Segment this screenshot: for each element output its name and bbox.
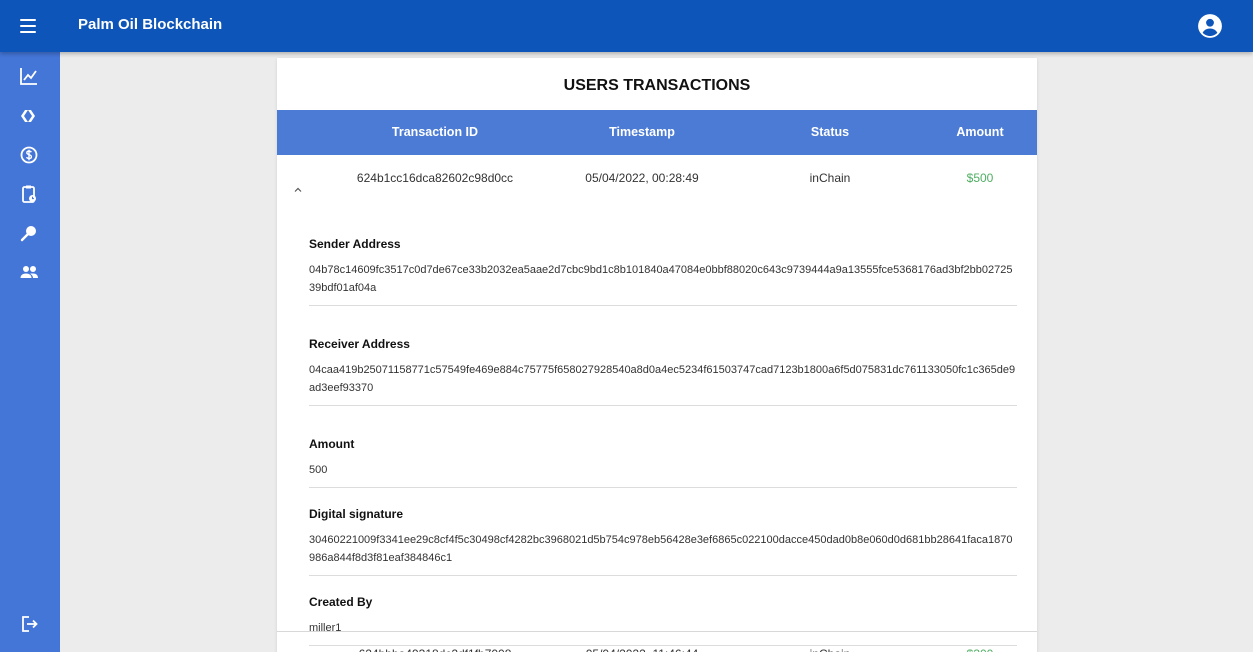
app-title: Palm Oil Blockchain [78, 16, 223, 33]
page-title: USERS TRANSACTIONS [563, 77, 751, 94]
transaction-timestamp: 05/04/2022, 11:46:44 [557, 632, 727, 652]
field-label: Sender Address [309, 237, 401, 251]
transaction-status: inChain [777, 632, 883, 652]
nav-currency[interactable] [15, 143, 43, 171]
blockchain-icon [19, 106, 39, 131]
nav-blockchain[interactable] [15, 104, 43, 132]
nav-logout[interactable] [15, 612, 43, 640]
users-icon [19, 262, 39, 287]
transaction-id: 624b1cc16dca82602c98d0cc [356, 171, 514, 185]
app-bar: Palm Oil Blockchain [0, 0, 1253, 52]
receiver-address-field: Receiver Address 04caa419b25071158771c57… [309, 306, 1017, 406]
transaction-amount: $300 [927, 632, 1033, 652]
amount-field: Amount 500 [309, 406, 1017, 488]
digital-signature-field: Digital signature 30460221009f3341ee29c8… [309, 488, 1017, 576]
sender-address-field: Sender Address 04b78c14609fc3517c0d7de67… [309, 201, 1017, 306]
currency-icon [19, 145, 39, 170]
chart-icon [19, 66, 39, 91]
transaction-amount: $500 [966, 171, 994, 185]
amount-value: 500 [309, 464, 328, 476]
logout-icon [19, 614, 39, 639]
receiver-address-value: 04caa419b25071158771c57549fe469e884c7577… [309, 364, 1016, 394]
clipboard-icon [19, 184, 39, 209]
column-header-status: Status [810, 125, 850, 139]
transaction-id: 624bbba49318dc2df1fb7008 [335, 632, 535, 652]
nav-clipboard[interactable] [15, 182, 43, 210]
field-label: Created By [309, 595, 373, 609]
column-header-amount: Amount [956, 125, 1004, 139]
transactions-card: USERS TRANSACTIONS Transaction ID Timest… [277, 58, 1037, 652]
sender-address-value: 04b78c14609fc3517c0d7de67ce33b2032ea5aae… [309, 264, 1013, 294]
column-header-transaction-id: Transaction ID [391, 125, 479, 139]
field-label: Digital signature [309, 507, 404, 521]
nav-search[interactable] [15, 221, 43, 249]
table-row[interactable]: 624bbba49318dc2df1fb7008 05/04/2022, 11:… [277, 631, 1037, 652]
field-label: Amount [309, 437, 355, 451]
transaction-status: inChain [809, 171, 851, 185]
account-circle-icon[interactable] [1197, 13, 1223, 39]
field-label: Receiver Address [309, 337, 410, 351]
sidebar [0, 52, 60, 652]
menu-icon[interactable] [18, 16, 40, 36]
nav-chart[interactable] [15, 64, 43, 92]
table-header: Transaction ID Timestamp Status Amount [277, 110, 1037, 155]
column-header-timestamp: Timestamp [609, 125, 675, 139]
nav-users[interactable] [15, 260, 43, 288]
digital-signature-value: 30460221009f3341ee29c8cf4f5c30498cf4282b… [309, 534, 1013, 564]
search-icon [19, 223, 39, 248]
transaction-timestamp: 05/04/2022, 00:28:49 [585, 171, 699, 185]
transaction-details: Sender Address 04b78c14609fc3517c0d7de67… [309, 201, 1017, 646]
chevron-up-icon[interactable] [291, 171, 305, 192]
table-row[interactable]: 624b1cc16dca82602c98d0cc 05/04/2022, 00:… [277, 156, 1037, 201]
chevron-down-icon[interactable] [291, 647, 305, 652]
